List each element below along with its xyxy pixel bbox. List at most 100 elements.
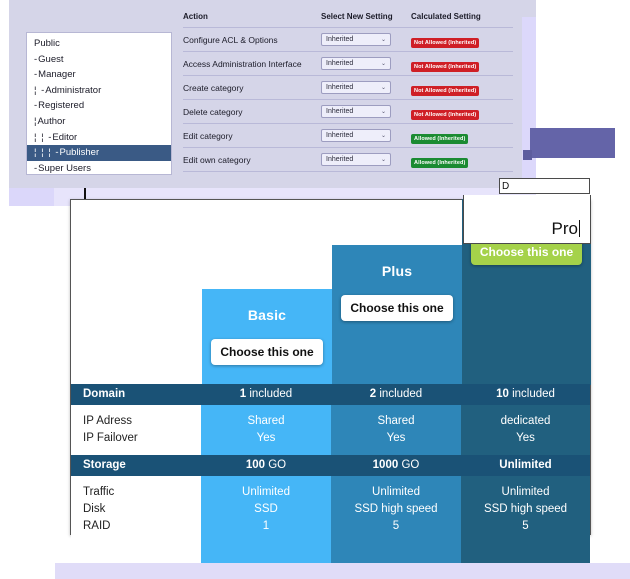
spacer-pro bbox=[461, 447, 590, 455]
row-label-ip-failover: IP Failover bbox=[71, 430, 201, 447]
acl-select-cell: Inherited ⌄ bbox=[321, 153, 411, 166]
table-row: Traffic Unlimited Unlimited Unlimited bbox=[71, 484, 590, 501]
row-value-disk-basic: SSD bbox=[201, 501, 331, 518]
table-row: IP Failover Yes Yes Yes bbox=[71, 430, 590, 447]
section-value-domain-basic: 1 included bbox=[201, 384, 331, 405]
acl-setting-select[interactable]: Inherited ⌄ bbox=[321, 129, 391, 142]
row-value-disk-pro: SSD high speed bbox=[461, 501, 590, 518]
spacer-basic bbox=[201, 476, 331, 484]
acl-setting-select[interactable]: Inherited ⌄ bbox=[321, 33, 391, 46]
spacer-pro bbox=[461, 476, 590, 484]
acl-row-create-category: Create category Inherited ⌄ Not Allowed … bbox=[183, 75, 513, 99]
acl-calculated-cell: Allowed (Inherited) bbox=[411, 151, 511, 169]
column-header-select-new-setting: Select New Setting bbox=[321, 12, 393, 21]
acl-select-cell: Inherited ⌄ bbox=[321, 57, 411, 70]
acl-row-edit-own-category: Edit own category Inherited ⌄ Allowed (I… bbox=[183, 147, 513, 171]
row-label-traffic: Traffic bbox=[71, 484, 201, 501]
row-value-traffic-plus: Unlimited bbox=[331, 484, 461, 501]
table-section-header-storage: Storage 100 GO 1000 GO Unlimited bbox=[71, 455, 590, 476]
overlay-text-input[interactable]: Pro bbox=[463, 195, 591, 244]
acl-action-label: Delete category bbox=[183, 106, 243, 117]
table-section-header-domain: Domain 1 included 2 included 10 included bbox=[71, 384, 590, 405]
acl-select-cell: Inherited ⌄ bbox=[321, 33, 411, 46]
section-value-storage-basic: 100 GO bbox=[201, 455, 331, 476]
overlay-suggestion-box[interactable]: D bbox=[499, 178, 590, 194]
role-item-editor[interactable]: ¦ ¦ -Editor bbox=[27, 130, 171, 146]
row-value-ip-failover-pro: Yes bbox=[461, 430, 590, 447]
acl-action-label: Edit own category bbox=[183, 154, 251, 165]
status-badge: Allowed (Inherited) bbox=[411, 157, 469, 168]
row-value-raid-basic: 1 bbox=[201, 518, 331, 535]
spacer-plus bbox=[331, 405, 461, 413]
role-item-registered[interactable]: -Registered bbox=[27, 98, 171, 114]
role-item-guest[interactable]: -Guest bbox=[27, 52, 171, 68]
role-item-administrator[interactable]: ¦ -Administrator bbox=[27, 83, 171, 99]
pricing-card-plus-title: Plus bbox=[381, 263, 413, 279]
row-value-raid-pro: 5 bbox=[461, 518, 590, 535]
status-badge: Not Allowed (Inherited) bbox=[411, 61, 480, 72]
acl-row-delete-category: Delete category Inherited ⌄ Not Allowed … bbox=[183, 99, 513, 123]
chevron-down-icon: ⌄ bbox=[380, 36, 386, 43]
role-label: Manager bbox=[38, 69, 76, 81]
acl-select-cell: Inherited ⌄ bbox=[321, 81, 411, 94]
spacer-basic bbox=[201, 535, 331, 563]
role-item-manager[interactable]: -Manager bbox=[27, 67, 171, 83]
acl-setting-select[interactable]: Inherited ⌄ bbox=[321, 81, 391, 94]
acl-row-configure-acl-options: Configure ACL & Options Inherited ⌄ Not … bbox=[183, 27, 513, 51]
acl-calculated-cell: Not Allowed (Inherited) bbox=[411, 79, 511, 97]
pricing-card-plus[interactable]: Plus Choose this one bbox=[332, 245, 462, 385]
spacer-label bbox=[71, 405, 201, 413]
chevron-down-icon: ⌄ bbox=[380, 108, 386, 115]
acl-setting-value: Inherited bbox=[326, 156, 354, 163]
domain-pro-num: 10 bbox=[496, 388, 509, 400]
overlay-input-value: Pro bbox=[552, 219, 580, 239]
acl-setting-select[interactable]: Inherited ⌄ bbox=[321, 105, 391, 118]
section-label-storage: Storage bbox=[71, 455, 201, 476]
choose-plus-button[interactable]: Choose this one bbox=[341, 295, 453, 321]
choose-basic-button[interactable]: Choose this one bbox=[211, 339, 323, 365]
spacer-label bbox=[71, 535, 201, 563]
role-item-author[interactable]: ¦Author bbox=[27, 114, 171, 130]
role-item-publisher[interactable]: ¦ ¦ ¦ -Publisher bbox=[27, 145, 171, 161]
acl-calculated-cell: Not Allowed (Inherited) bbox=[411, 31, 511, 49]
pricing-card-basic-title: Basic bbox=[247, 307, 287, 323]
storage-plus-unit: GO bbox=[398, 459, 420, 471]
acl-row-access-administration-interface: Access Administration Interface Inherite… bbox=[183, 51, 513, 75]
chevron-down-icon: ⌄ bbox=[380, 156, 386, 163]
role-label: Author bbox=[37, 115, 66, 127]
status-badge: Not Allowed (Inherited) bbox=[411, 109, 480, 120]
domain-basic-unit: included bbox=[246, 388, 293, 400]
table-spacer bbox=[71, 405, 590, 413]
row-value-disk-plus: SSD high speed bbox=[331, 501, 461, 518]
acl-permissions-table: Action Select New Setting Calculated Set… bbox=[183, 12, 513, 172]
roles-tree-list[interactable]: Public -Guest -Manager ¦ -Administrator … bbox=[26, 32, 172, 175]
background-strip-bottom bbox=[55, 563, 630, 579]
role-item-public[interactable]: Public bbox=[27, 36, 171, 52]
table-row: IP Adress Shared Shared dedicated bbox=[71, 413, 590, 430]
spacer-plus bbox=[331, 476, 461, 484]
spacer-plus bbox=[331, 535, 461, 563]
row-value-ip-failover-plus: Yes bbox=[331, 430, 461, 447]
row-value-ip-adress-plus: Shared bbox=[331, 413, 461, 430]
acl-setting-value: Inherited bbox=[326, 84, 354, 91]
acl-setting-select[interactable]: Inherited ⌄ bbox=[321, 153, 391, 166]
pricing-card-basic[interactable]: Basic Choose this one bbox=[202, 289, 332, 385]
table-spacer bbox=[71, 447, 590, 455]
spacer-label bbox=[71, 476, 201, 484]
column-header-action: Action bbox=[183, 12, 208, 21]
acl-action-label: Edit category bbox=[183, 130, 233, 141]
row-value-traffic-pro: Unlimited bbox=[461, 484, 590, 501]
role-label: Publisher bbox=[59, 147, 100, 159]
role-item-super-users[interactable]: -Super Users bbox=[27, 161, 171, 174]
purple-accent-bar bbox=[530, 128, 615, 158]
role-label: Super Users bbox=[38, 162, 91, 174]
acl-setting-select[interactable]: Inherited ⌄ bbox=[321, 57, 391, 70]
table-row: RAID 1 5 5 bbox=[71, 518, 590, 535]
acl-table-header: Action Select New Setting Calculated Set… bbox=[183, 12, 513, 27]
role-label: Registered bbox=[38, 100, 85, 112]
row-label-disk: Disk bbox=[71, 501, 201, 518]
row-value-ip-adress-pro: dedicated bbox=[461, 413, 590, 430]
background-strip-footer-left bbox=[9, 188, 54, 206]
row-value-raid-plus: 5 bbox=[331, 518, 461, 535]
acl-action-label: Access Administration Interface bbox=[183, 58, 302, 69]
